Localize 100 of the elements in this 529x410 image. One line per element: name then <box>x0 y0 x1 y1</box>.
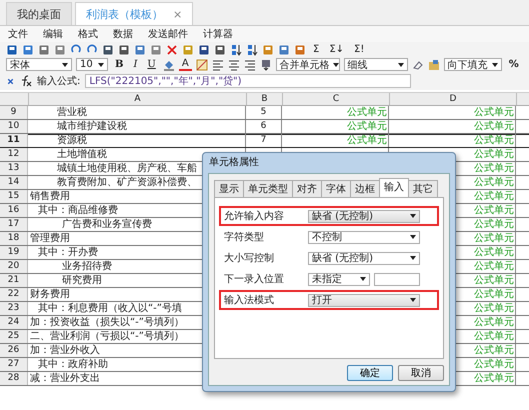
row-number: 10 <box>0 120 28 133</box>
sort-icon[interactable] <box>246 44 258 56</box>
row-label: 减：营业外支出 <box>29 373 100 384</box>
row-number: 16 <box>0 204 28 217</box>
sum-button[interactable]: Σ↓ <box>326 44 348 56</box>
menu-item[interactable]: 数据 <box>113 27 133 41</box>
row-number: 12 <box>0 148 28 161</box>
delete-icon[interactable] <box>166 44 178 56</box>
redo-icon[interactable] <box>86 44 98 56</box>
align-left-icon[interactable] <box>212 58 224 70</box>
row-label: 研究费用 <box>61 275 102 286</box>
row-label: 二、营业利润（亏损以“-”号填列） <box>29 331 184 342</box>
row-number: 11 <box>0 134 28 147</box>
fill-color-icon[interactable] <box>162 58 175 70</box>
merge-select[interactable]: 合并单元格 <box>276 58 340 71</box>
close-icon[interactable]: × <box>173 8 182 20</box>
row-label: 城镇土地使用税、房产税、车船 <box>56 163 197 174</box>
format-button[interactable]: B <box>112 58 126 70</box>
table-cell: 公式单元 <box>389 134 516 147</box>
format-button[interactable]: I <box>130 58 140 70</box>
table-row[interactable]: 9 营业税 5 公式单元 公式单元 <box>0 106 529 120</box>
align-right-icon[interactable] <box>244 58 256 70</box>
field-label: 下一录入位置 <box>224 272 285 286</box>
table-cell: 5 <box>246 106 282 119</box>
format-button[interactable]: U <box>144 58 159 70</box>
table-row[interactable]: 10 城市维护建设税 6 公式单元 公式单元 <box>0 120 529 134</box>
row-number: 15 <box>0 190 28 203</box>
dialog-title: 单元格属性 <box>208 156 260 170</box>
document-tab[interactable]: 我的桌面 <box>6 2 72 25</box>
row-label: 管理费用 <box>29 233 70 244</box>
dropdown[interactable]: 缺省 (无控制) <box>308 210 420 222</box>
row-label: 加：投资收益（损失以“-”号填列） <box>29 317 184 328</box>
row-label: 广告费和业务宣传费 <box>61 219 152 230</box>
sum-button[interactable]: Σ! <box>351 44 368 56</box>
insert-icon[interactable] <box>260 58 272 70</box>
formula-field[interactable]: LFS("222105","","年","月","贷") <box>85 74 412 88</box>
dialog-tab[interactable]: 显示 <box>214 180 244 197</box>
percent-button[interactable]: % <box>506 58 522 70</box>
undo-icon[interactable] <box>70 44 82 56</box>
dialog-tab[interactable]: 字体 <box>321 180 351 197</box>
eraser-icon[interactable] <box>412 58 424 70</box>
sort-icon[interactable] <box>230 44 242 56</box>
dialog-tab[interactable]: 对齐 <box>292 180 322 197</box>
function-icon[interactable] <box>20 75 32 87</box>
dialog-tab[interactable]: 其它 <box>408 180 438 197</box>
table-cell: 6 <box>246 120 282 133</box>
formula-label: 输入公式: <box>37 74 80 88</box>
dialog-button[interactable]: 取消 <box>398 365 444 381</box>
align-center-icon[interactable] <box>228 58 240 70</box>
menu-item[interactable]: 计算器 <box>203 27 233 41</box>
document-tab[interactable]: 利润表（模板） × <box>75 2 194 25</box>
row-number: 28 <box>0 372 28 385</box>
menu-item[interactable]: 发送邮件 <box>148 27 188 41</box>
row-label: 资源税 <box>56 135 87 146</box>
field-label: 大小写控制 <box>224 252 275 265</box>
dialog-tab[interactable]: 输入 <box>379 178 409 197</box>
fill-select[interactable]: 向下填充 <box>444 58 502 71</box>
input-field[interactable] <box>374 272 420 286</box>
row-number: 26 <box>0 344 28 357</box>
folder-icon[interactable] <box>428 58 440 70</box>
size-select[interactable]: 10 <box>76 58 108 71</box>
table-cell: 公式单元 <box>282 120 389 133</box>
dialog-tab[interactable]: 边框 <box>350 180 380 197</box>
row-label: 财务费用 <box>29 289 70 300</box>
row-number: 27 <box>0 358 28 371</box>
row-label: 其中：利息费用（收入以“-”号填 <box>37 303 182 314</box>
menu-item[interactable]: 格式 <box>78 27 98 41</box>
dialog-button[interactable]: 确定 <box>347 365 393 381</box>
dropdown[interactable]: 不控制 <box>308 230 420 244</box>
column-header[interactable]: A <box>29 93 247 105</box>
dropdown[interactable]: 打开 <box>308 294 420 306</box>
dropdown[interactable]: 缺省 (无控制) <box>308 252 420 264</box>
dropdown[interactable]: 未指定 <box>308 272 370 286</box>
menu-item[interactable]: 文件 <box>8 27 28 41</box>
row-number: 24 <box>0 316 28 329</box>
row-number: 14 <box>0 176 28 189</box>
font-select[interactable]: 宋体 <box>6 58 72 71</box>
row-label: 业务招待费 <box>61 261 112 272</box>
table-cell: 公式单元 <box>389 120 516 133</box>
column-header[interactable]: C <box>283 93 390 105</box>
column-header[interactable]: B <box>247 93 283 105</box>
row-label: 营业税 <box>56 107 87 118</box>
border-icon[interactable] <box>196 58 208 70</box>
row-number: 9 <box>0 106 28 119</box>
column-header[interactable]: D <box>390 93 517 105</box>
table-cell: 公式单元 <box>282 106 389 119</box>
row-number: 13 <box>0 162 28 175</box>
row-number: 23 <box>0 302 28 315</box>
sum-button[interactable]: Σ <box>310 44 322 56</box>
row-number: 20 <box>0 260 28 273</box>
save-icon[interactable] <box>6 44 18 56</box>
dialog-tab[interactable]: 单元类型 <box>243 180 293 197</box>
cancel-icon[interactable] <box>6 76 15 86</box>
row-number: 17 <box>0 218 28 231</box>
table-row[interactable]: 11 资源税 7 公式单元 公式单元 <box>0 134 529 148</box>
row-number: 22 <box>0 288 28 301</box>
table-cell: 7 <box>246 134 282 147</box>
menu-item[interactable]: 编辑 <box>43 27 63 41</box>
border-style-select[interactable]: 细线 <box>344 58 408 71</box>
row-label: 土地增值税 <box>56 149 107 160</box>
